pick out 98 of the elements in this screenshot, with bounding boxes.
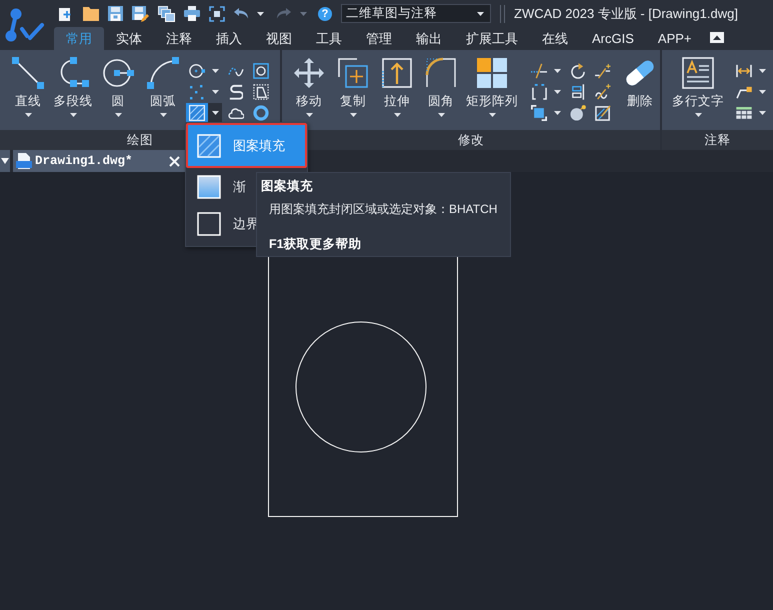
rotate-icon[interactable] [571,63,585,79]
frame-corners-icon[interactable] [209,6,225,22]
text-box-icon [682,57,714,89]
hatch-pencil-icon[interactable] [595,105,611,121]
ribbon-tab[interactable]: 注释 [154,27,204,50]
wave-icon[interactable] [228,64,244,78]
caret-icon [24,113,32,117]
ribbon-tab[interactable]: 插入 [204,27,254,50]
ribbon-tab[interactable]: APP+ [646,27,704,50]
caret-icon[interactable] [257,12,264,16]
hatch-icon [189,105,205,121]
ring-icon[interactable] [253,105,269,121]
caret-icon [350,113,356,117]
caret-icon [488,113,496,117]
ribbon-button[interactable]: 圆弧 [141,50,185,117]
printer-icon[interactable] [184,6,200,21]
file-icon [16,153,32,169]
grid-squares-icon [476,57,508,89]
circle-icon [102,57,134,89]
dimension-icon[interactable] [736,64,752,78]
ribbon-button[interactable]: 圆 [96,50,140,117]
caret-icon [114,113,122,117]
caret-icon [438,113,444,117]
gradient-square-icon [197,174,221,198]
ribbon-button[interactable]: 多段线 [51,50,95,117]
bracket-rect-icon[interactable] [532,84,546,100]
broken-line-icon[interactable] [595,64,611,78]
ribbon-tab[interactable]: ArcGIS [580,27,646,50]
overlapping-squares-icon[interactable] [531,105,547,121]
document-tab-label: Drawing1.dwg* [35,154,133,168]
logo-icon[interactable] [5,8,45,42]
copy-icon [337,57,369,89]
tab-list-button[interactable] [0,150,10,172]
dropdown-button[interactable] [208,103,222,123]
table-icon[interactable] [736,107,752,119]
caret-icon [694,113,702,117]
caret-icon[interactable] [758,111,766,115]
caret-icon[interactable] [554,111,560,115]
empty-square-icon [197,212,221,236]
ribbon-button[interactable]: 矩形阵列 [464,50,520,117]
caret-icon[interactable] [554,90,560,94]
ribbon-button[interactable]: 删除 [620,50,660,109]
arc-icon [147,57,179,89]
collapse-ribbon-icon[interactable] [710,32,724,43]
ribbon-button[interactable]: 多行文字 [670,50,726,117]
ribbon-tab[interactable]: 输出 [404,27,454,50]
bomb-icon[interactable] [570,105,586,121]
document-tab[interactable]: Drawing1.dwg* [13,150,185,172]
panel-title: 注释 [662,130,773,150]
tooltip-title: 图案填充 [261,178,314,194]
caret-icon[interactable] [554,69,560,73]
caret-icon [70,113,76,117]
ribbon-tab[interactable]: 工具 [304,27,354,50]
line-icon [12,57,44,89]
caret-icon [1,158,9,164]
caret-icon [394,113,400,117]
square-circle-icon[interactable] [253,63,269,79]
ribbon-button[interactable]: 复制 [332,50,374,117]
wave-slash-icon[interactable] [595,84,611,100]
ribbon-button[interactable]: 直线 [6,50,50,117]
line-slash-icon[interactable] [531,63,547,79]
ribbon-button[interactable]: 圆角 [420,50,462,117]
ribbon-tab[interactable]: 在线 [530,27,580,50]
floppy-pencil-icon[interactable] [132,6,149,22]
window-title: ZWCAD 2023 专业版 - [Drawing1.dwg] [514,4,738,22]
tooltip-description: 用图案填充封闭区域或选定对象：BHATCH [269,201,498,217]
undo-icon[interactable] [234,8,248,19]
align-icon[interactable] [572,84,584,100]
scattered-dots-icon[interactable] [189,84,205,100]
workspace-dropdown[interactable]: 二维草图与注释 [341,4,491,23]
caret-icon[interactable] [758,69,766,73]
rounded-corner-icon [425,57,457,89]
dashed-square-icon[interactable] [253,84,269,100]
tooltip-help: F1获取更多帮助 [269,236,363,252]
leader-icon[interactable] [736,86,752,98]
caret-icon [477,12,484,16]
ribbon-tab[interactable]: 管理 [354,27,404,50]
move-arrows-icon [293,57,325,89]
cloud-icon[interactable] [228,106,244,120]
menu-item[interactable]: 渐 [186,168,250,205]
ribbon-button[interactable]: 拉伸 [376,50,418,117]
circle-center-icon[interactable] [189,63,205,79]
stacked-windows-icon[interactable] [158,6,175,22]
caret-icon[interactable] [212,90,218,94]
caret-icon [212,111,218,115]
folder-icon[interactable] [83,6,99,20]
caret-icon[interactable] [758,90,766,94]
ribbon-tab[interactable]: 实体 [104,27,154,50]
caret-icon[interactable] [212,69,218,73]
ribbon-button[interactable]: 移动 [288,50,330,117]
s-curve-icon[interactable] [229,84,243,100]
ribbon-tab[interactable]: 扩展工具 [454,27,530,50]
close-icon[interactable] [169,156,180,166]
hatch-button[interactable] [186,103,208,123]
hatched-square-icon [197,134,221,158]
caret-icon [306,113,312,117]
caret-icon [160,113,166,117]
ribbon-tab[interactable]: 视图 [254,27,304,50]
